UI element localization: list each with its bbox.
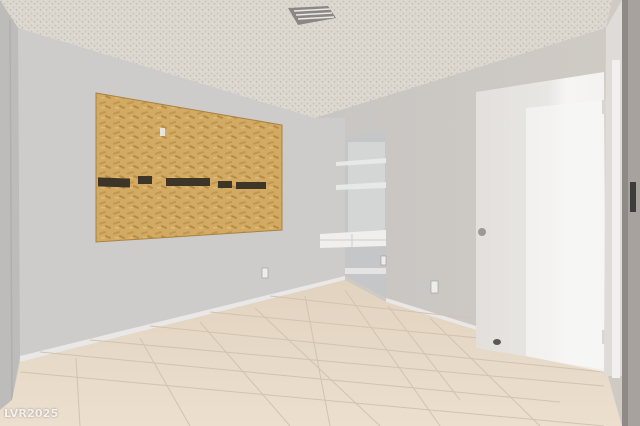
watermark-text: LVR2025 — [4, 407, 59, 420]
empty-room-scene — [0, 0, 640, 426]
room-photo: LVR2025 — [0, 0, 640, 426]
outlet-back-wall — [430, 280, 439, 294]
door-knob — [478, 228, 486, 236]
outlet-left-wall — [261, 267, 269, 279]
outlet-alcove — [380, 255, 387, 266]
